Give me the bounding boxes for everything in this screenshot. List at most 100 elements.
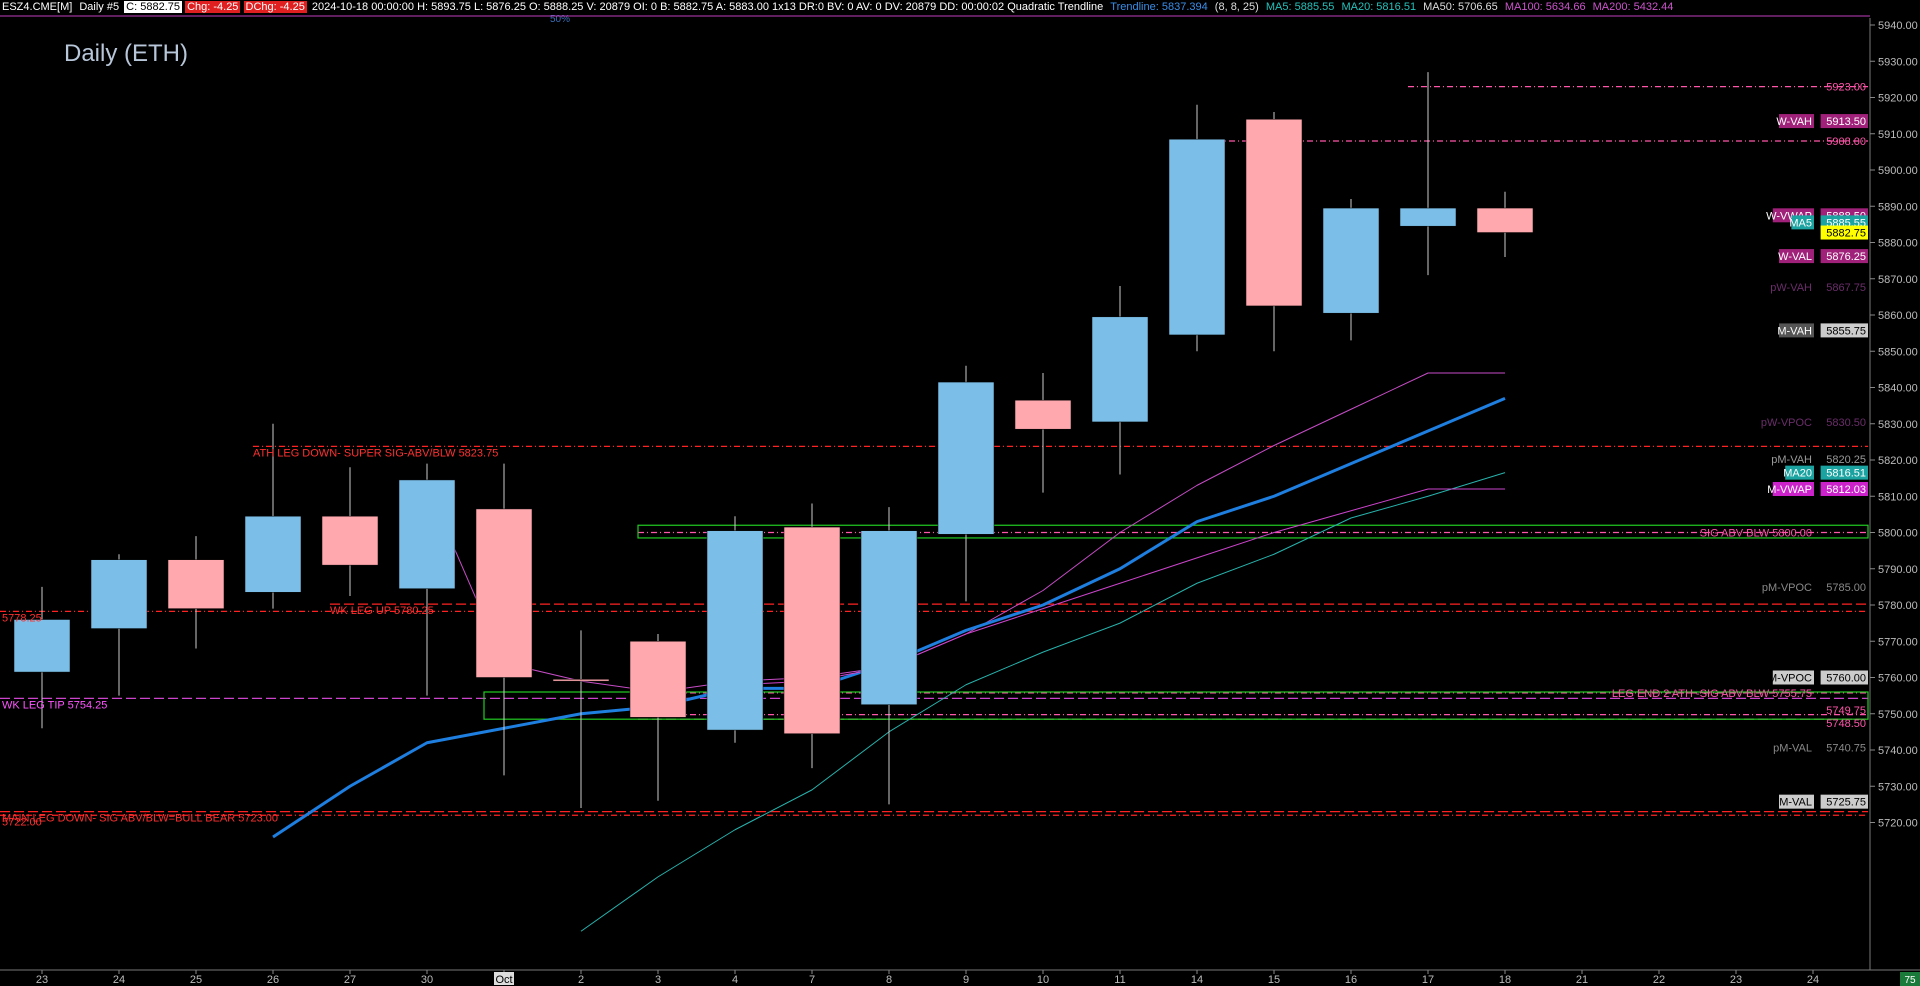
candle-body [167,559,225,609]
x-tick-label: 22 [1653,974,1665,986]
right-label-value: 5908.00 [1826,136,1866,148]
line-annotation-text: WK LEG UP 5780.25 [330,605,434,617]
y-tick-label: 5740.00 [1878,745,1918,757]
line-annotation-text: 5722.00 [2,816,42,828]
y-tick-label: 5750.00 [1878,709,1918,721]
time-axis: 23 24 25 26 27 30 Oct 2 3 4 7 8 9 10 11 14 15 16 17 18 21 22 2… [36,970,1819,986]
candle [1014,373,1072,493]
line-annotation-text: 5778.25 [2,612,42,624]
candle-body [1322,207,1380,314]
x-tick-label: 7 [809,974,815,986]
x-tick-label: 24 [113,974,125,986]
y-tick-label: 5790.00 [1878,564,1918,576]
right-label-name: pW-VAH [1770,282,1812,294]
right-label-name: M-VAH [1777,325,1812,337]
candle-body [552,679,610,682]
right-label-value: 5748.50 [1826,718,1866,730]
candle-body [937,381,995,535]
chart-canvas[interactable]: 5720.00 5730.00 5740.00 5750.00 5760.00 5770.… [0,0,1920,986]
right-label-name: W-VAH [1776,116,1812,128]
candles [13,72,1534,808]
x-tick-label: 9 [963,974,969,986]
y-tick-label: 5730.00 [1878,781,1918,793]
y-tick-label: 5780.00 [1878,600,1918,612]
right-label-name: pM-VAH [1771,454,1812,466]
candle [90,554,148,696]
x-tick-label: Oct [495,974,512,986]
x-tick-label: 8 [886,974,892,986]
x-tick-label: 15 [1268,974,1280,986]
y-tick-label: 5830.00 [1878,419,1918,431]
line-annotation-text: ATH LEG DOWN- SUPER SIG-ABV/BLW 5823.75 [253,447,498,459]
y-tick-label: 5890.00 [1878,201,1918,213]
candle [167,536,225,649]
right-label-name: M-VPOC [1768,673,1812,685]
y-tick-label: 5940.00 [1878,20,1918,32]
right-label-value: 5855.75 [1826,325,1866,337]
chart-root: ESZ4.CME[M] Daily #5 C: 5882.75 Chg: -4.… [0,0,1920,986]
right-label-value: 5820.25 [1826,454,1866,466]
x-tick-label: 2 [578,974,584,986]
y-tick-label: 5850.00 [1878,346,1918,358]
candle-body [629,641,687,718]
y-tick-label: 5720.00 [1878,818,1918,830]
line-annotation-text: WK LEG TIP 5754.25 [2,699,107,711]
candle-body [1399,207,1457,227]
candle-body [1014,399,1072,430]
right-label-name: pM-VAL [1773,742,1812,754]
y-tick-label: 5870.00 [1878,274,1918,286]
y-tick-label: 5860.00 [1878,310,1918,322]
candle [1168,104,1226,352]
x-tick-label: 23 [1730,974,1742,986]
candle-body [321,515,379,566]
x-tick-label: 4 [732,974,738,986]
x-tick-label: 26 [267,974,279,986]
y-tick-label: 5810.00 [1878,491,1918,503]
right-label-value: 5816.51 [1826,468,1866,480]
x-tick-label: 11 [1114,974,1125,986]
corner-badge-text: 75 [1904,975,1916,986]
y-tick-label: 5900.00 [1878,165,1918,177]
candle-body [1168,138,1226,336]
candle [629,634,687,801]
candle-body [706,530,764,731]
y-tick-label: 5760.00 [1878,673,1918,685]
right-labels: 5923.00W-VAH5913.505908.00W-VWAP5888.50M… [1612,82,1868,809]
right-label-value: 5876.25 [1826,251,1866,263]
candle [860,507,918,805]
right-label-value: 5740.75 [1826,742,1866,754]
right-label-name: W-VAL [1778,251,1812,263]
right-label-name: SIG ABV BLW 5800.00 [1700,528,1812,540]
y-tick-label: 5930.00 [1878,56,1918,68]
series-line-m-vwap [734,488,1505,686]
candle [398,463,456,696]
candle-body [1091,316,1149,423]
x-tick-label: 25 [190,974,202,986]
x-tick-label: 17 [1422,974,1434,986]
y-tick-label: 5840.00 [1878,383,1918,395]
line-annotation-text: MAIN LEG DOWN- SIG ABV/BLW=BULL BEAR 572… [2,813,278,825]
x-tick-label: 14 [1191,974,1203,986]
candle [321,467,379,596]
right-label-name: LEG END 2 ATH -SIG ABV BLW 5755.75 [1612,688,1812,700]
candle [1322,199,1380,341]
x-tick-label: 24 [1807,974,1819,986]
candle [1245,112,1303,352]
x-tick-label: 3 [655,974,661,986]
candle-body [860,530,918,705]
candle-body [398,479,456,589]
candle [1399,72,1457,276]
candle-body [783,526,841,734]
x-tick-label: 16 [1345,974,1357,986]
right-label-name: pM-VPOC [1762,582,1812,594]
x-tick-label: 30 [421,974,433,986]
candle-body [13,619,71,673]
y-tick-label: 5880.00 [1878,238,1918,250]
right-label-value: 5882.75 [1826,228,1866,240]
candle [706,516,764,743]
x-tick-label: 21 [1576,974,1588,986]
candle [475,463,533,776]
x-tick-label: 23 [36,974,48,986]
candle-body [1245,119,1303,307]
right-label-value: 5785.00 [1826,582,1866,594]
